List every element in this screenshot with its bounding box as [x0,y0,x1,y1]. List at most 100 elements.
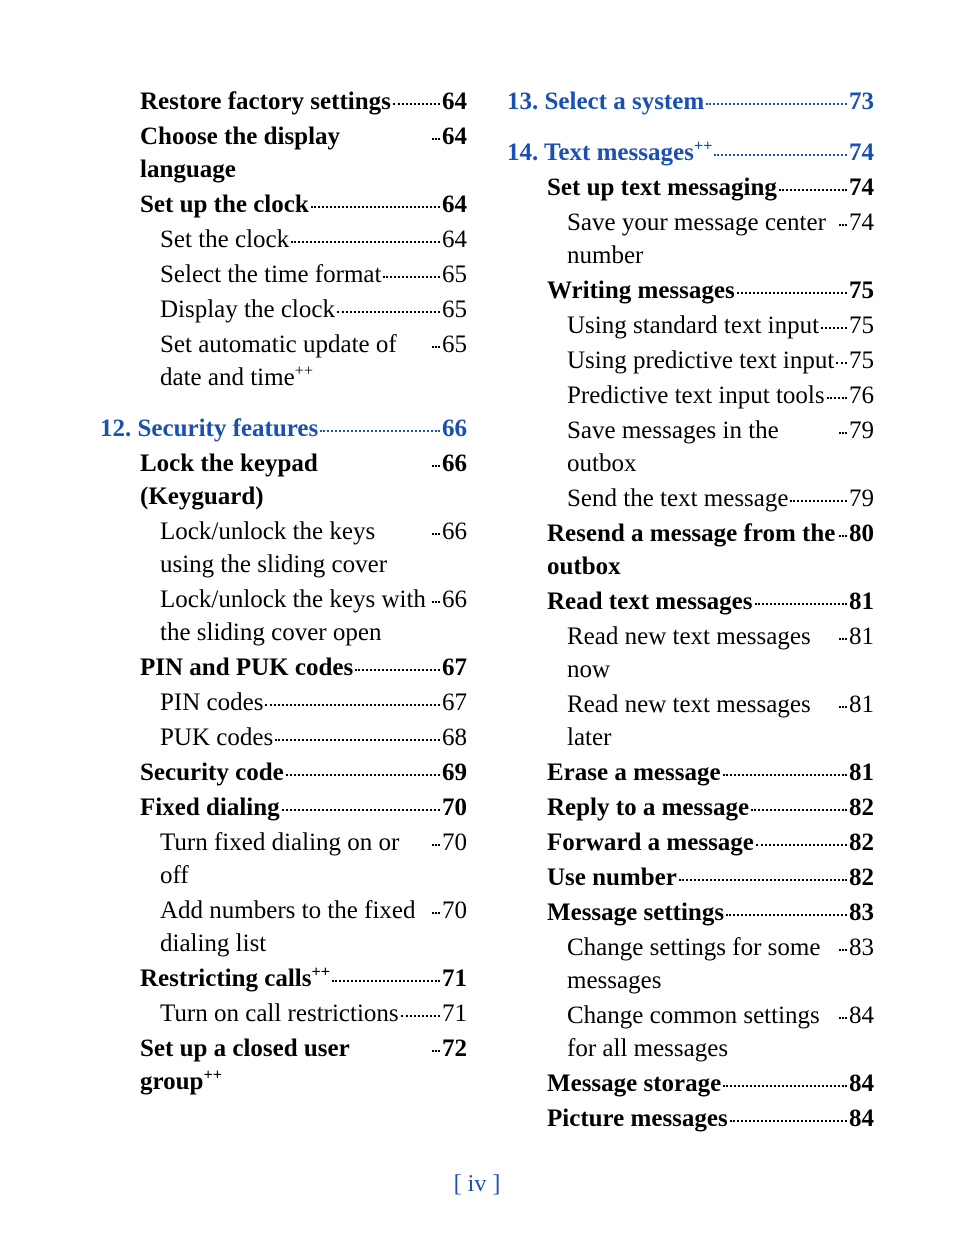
toc-page-number: 74 [849,136,874,169]
toc-label: Lock/unlock the keys using the sliding c… [160,515,430,581]
toc-entry[interactable]: Read text messages81 [507,585,874,618]
toc-label: Select the time format [160,258,381,291]
toc-entry[interactable]: Using standard text input 75 [507,309,874,342]
toc-entry[interactable]: Display the clock65 [100,293,467,326]
toc-page-number: 75 [849,274,874,307]
toc-entry[interactable]: Turn on call restrictions 71 [100,997,467,1030]
toc-entry[interactable]: Set the clock 64 [100,223,467,256]
toc-label: Set automatic update of date and time++ [160,328,430,394]
toc-entry[interactable]: Forward a message82 [507,826,874,859]
toc-page-number: 64 [442,120,467,153]
toc-page-number: 81 [849,585,874,618]
toc-leader [839,638,847,640]
toc-entry[interactable]: Set automatic update of date and time++6… [100,328,467,394]
toc-leader [275,739,440,741]
toc-entry[interactable]: Lock the keypad (Keyguard)66 [100,447,467,513]
toc-label: Lock the keypad (Keyguard) [140,447,430,513]
toc-entry[interactable]: Reply to a message82 [507,791,874,824]
toc-page-number: 70 [442,826,467,859]
toc-entry[interactable]: PIN codes67 [100,686,467,719]
toc-label: 14. Text messages++ [507,136,712,169]
toc-entry[interactable]: 14. Text messages++ 74 [507,136,874,169]
toc-page-number: 84 [849,1067,874,1100]
toc-label: Change settings for some messages [567,931,837,997]
page-footer: [ iv ] [0,1171,954,1198]
toc-page-number: 82 [849,861,874,894]
toc-leader [714,154,847,156]
toc-entry[interactable]: Turn fixed dialing on or off 70 [100,826,467,892]
toc-entry[interactable]: Read new text messages later81 [507,688,874,754]
toc-entry[interactable]: Picture messages84 [507,1102,874,1135]
toc-leader [730,1120,847,1122]
toc-leader [756,844,847,846]
toc-entry[interactable]: PUK codes68 [100,721,467,754]
toc-entry[interactable]: Read new text messages now81 [507,620,874,686]
toc-entry[interactable]: Message settings83 [507,896,874,929]
toc-entry[interactable]: Using predictive text input75 [507,344,874,377]
toc-page-number: 64 [442,223,467,256]
toc-entry[interactable]: Set up a closed user group++72 [100,1032,467,1098]
toc-leader [723,774,847,776]
toc-entry[interactable]: Save messages in the outbox79 [507,414,874,480]
toc-entry[interactable]: Resend a message from the outbox80 [507,517,874,583]
toc-entry[interactable]: Message storage84 [507,1067,874,1100]
toc-entry[interactable]: 12. Security features 66 [100,412,467,445]
toc-label: Fixed dialing [140,791,280,824]
toc-page-number: 84 [849,999,874,1032]
toc-entry[interactable]: Change settings for some messages 83 [507,931,874,997]
toc-label: Using standard text input [567,309,819,342]
toc-entry[interactable]: 13. Select a system 73 [507,85,874,118]
toc-entry[interactable]: Lock/unlock the keys with the sliding co… [100,583,467,649]
toc-leader [332,980,440,982]
toc-entry[interactable]: Change common settings for all messages 8… [507,999,874,1065]
toc-entry[interactable]: Erase a message81 [507,756,874,789]
toc-leader [311,206,440,208]
toc-page-number: 66 [442,583,467,616]
toc-label: Choose the display language [140,120,430,186]
toc-page-number: 66 [442,412,467,445]
toc-label: Read new text messages later [567,688,837,754]
toc-page-number: 71 [442,997,467,1030]
toc-entry[interactable]: Send the text message79 [507,482,874,515]
toc-entry[interactable]: Security code69 [100,756,467,789]
toc-leader [393,103,440,105]
toc-page-number: 65 [442,293,467,326]
toc-page-number: 83 [849,931,874,964]
toc-page-number: 64 [442,85,467,118]
toc-leader [839,706,847,708]
toc-page-number: 81 [849,620,874,653]
toc-label: Turn on call restrictions [160,997,399,1030]
toc-page-number: 69 [442,756,467,789]
toc-label: Change common settings for all messages [567,999,837,1065]
toc-label: Turn fixed dialing on or off [160,826,430,892]
toc-entry[interactable]: Lock/unlock the keys using the sliding c… [100,515,467,581]
toc-suffix: ++ [311,963,330,981]
toc-leader [839,535,847,537]
toc-page-number: 75 [849,309,874,342]
toc-entry[interactable]: Use number82 [507,861,874,894]
toc-entry[interactable]: Writing messages 75 [507,274,874,307]
toc-entry[interactable]: Choose the display language 64 [100,120,467,186]
toc-entry[interactable]: Predictive text input tools76 [507,379,874,412]
toc-leader [827,397,847,399]
toc-page-number: 74 [849,206,874,239]
toc-label: Save your message center number [567,206,837,272]
toc-entry[interactable]: Fixed dialing70 [100,791,467,824]
toc-entry[interactable]: Add numbers to the fixed dialing list70 [100,894,467,960]
toc-entry[interactable]: Restricting calls++71 [100,962,467,995]
toc-entry[interactable]: Set up the clock64 [100,188,467,221]
toc-entry[interactable]: Restore factory settings64 [100,85,467,118]
toc-page-number: 71 [442,962,467,995]
toc-label: Save messages in the outbox [567,414,837,480]
toc-leader [751,809,847,811]
toc-label: Set the clock [160,223,289,256]
toc-entry[interactable]: Select the time format65 [100,258,467,291]
toc-leader [286,774,440,776]
toc-label: Add numbers to the fixed dialing list [160,894,430,960]
toc-entry[interactable]: Save your message center number 74 [507,206,874,272]
toc-page-number: 82 [849,791,874,824]
toc-label: Writing messages [547,274,735,307]
toc-leader [839,1017,847,1019]
toc-entry[interactable]: Set up text messaging74 [507,171,874,204]
toc-entry[interactable]: PIN and PUK codes67 [100,651,467,684]
